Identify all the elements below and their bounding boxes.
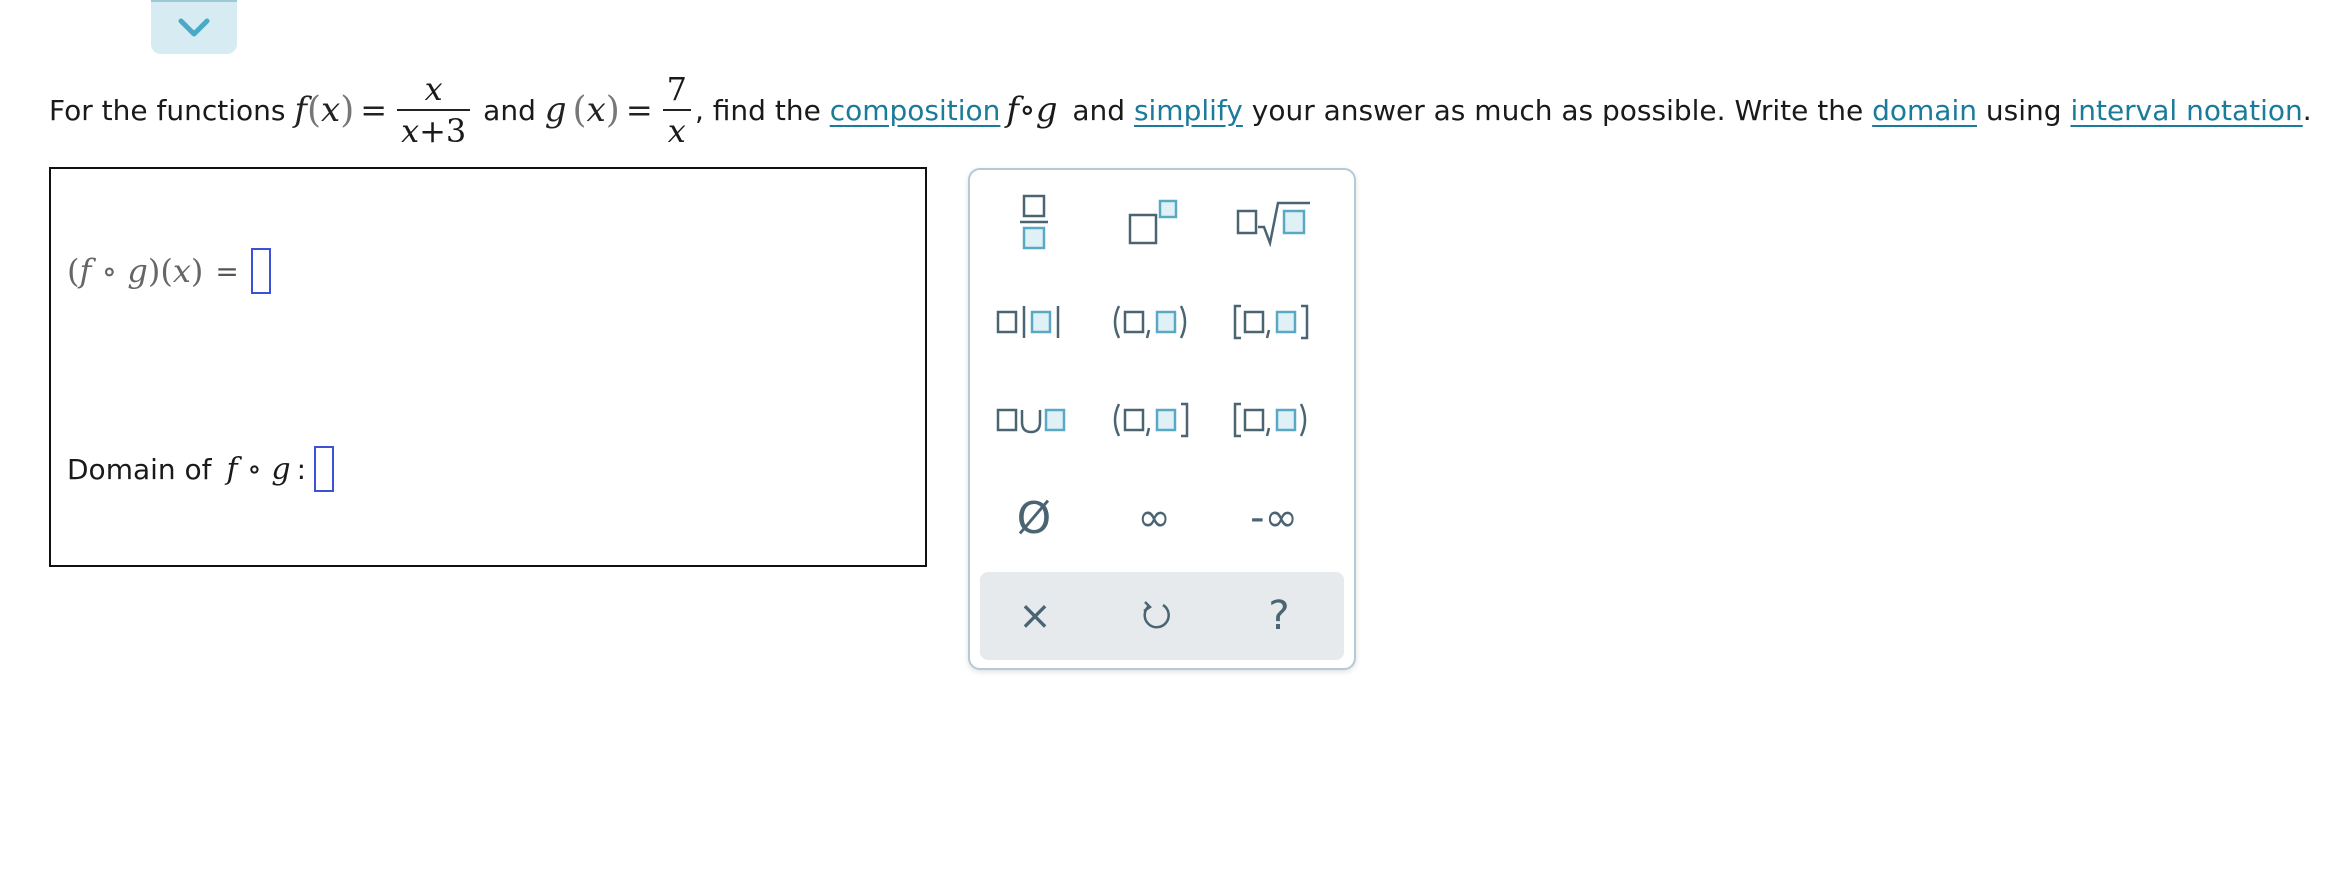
- x-var-g: x: [586, 90, 606, 130]
- domain-row: Domain of f ∘ g :: [67, 439, 334, 499]
- math-palette: Ø ∞ -∞ × ?: [968, 168, 1356, 670]
- fog-equals: =: [215, 254, 239, 288]
- f-name: f: [294, 90, 307, 130]
- clear-button[interactable]: ×: [980, 576, 1090, 656]
- help-button[interactable]: ?: [1224, 576, 1334, 656]
- empty-set-button[interactable]: Ø: [979, 478, 1089, 558]
- infinity-icon: ∞: [1137, 495, 1171, 541]
- simplify-link[interactable]: simplify: [1134, 94, 1243, 127]
- nth-root-button[interactable]: [1219, 182, 1329, 262]
- or-button[interactable]: [979, 282, 1089, 362]
- f-denominator: x+3: [401, 112, 467, 150]
- infinity-button[interactable]: ∞: [1099, 478, 1209, 558]
- using-text: using: [1977, 93, 2071, 127]
- left-closed-right-open-button[interactable]: [1219, 380, 1329, 460]
- g-denominator: x: [667, 112, 686, 150]
- vertical-bar-icon: [996, 306, 1060, 338]
- undo-button[interactable]: [1102, 576, 1212, 656]
- half-open-left-icon: [1113, 402, 1189, 438]
- fraction-icon: [1020, 194, 1048, 250]
- domain-colon: :: [296, 452, 306, 486]
- domain-link[interactable]: domain: [1872, 94, 1977, 127]
- superscript-icon: [1128, 199, 1178, 245]
- g-name: g: [544, 90, 567, 130]
- equals-sign: =: [360, 91, 388, 129]
- negative-infinity-button[interactable]: -∞: [1219, 478, 1329, 558]
- x-var: x: [321, 90, 341, 130]
- f-numerator: x: [424, 70, 443, 108]
- period: .: [2302, 93, 2312, 127]
- collapse-toggle[interactable]: [151, 0, 237, 54]
- open-interval-icon: [1113, 305, 1187, 339]
- and-text-1: and: [474, 93, 545, 127]
- help-icon: ?: [1268, 593, 1290, 639]
- composition-link[interactable]: composition: [830, 94, 1001, 127]
- close-icon: ×: [1018, 593, 1052, 639]
- half-open-right-icon: [1233, 402, 1307, 438]
- page: For the functions f(x) = x x+3 and g(x) …: [0, 0, 2332, 881]
- composition-symbol: f∘g: [1006, 90, 1058, 130]
- paren-open-g: (: [572, 89, 587, 131]
- answer-box: (f ∘ g)(x) = Domain of f ∘ g :: [49, 167, 927, 567]
- question-text: For the functions f(x) = x x+3 and g(x) …: [49, 60, 2329, 160]
- paren-close: ): [340, 89, 355, 131]
- f-fraction: x x+3: [397, 69, 471, 151]
- interval-notation-link[interactable]: interval notation: [2070, 94, 2302, 127]
- g-fraction: 7 x: [662, 69, 691, 151]
- domain-fog: f ∘ g: [226, 451, 291, 487]
- palette-footer: × ?: [980, 572, 1344, 660]
- negative-infinity-icon: -∞: [1250, 495, 1298, 541]
- fog-row: (f ∘ g)(x) =: [67, 241, 271, 301]
- fraction-button[interactable]: [979, 182, 1089, 262]
- and-text-2: and: [1063, 93, 1134, 127]
- chevron-down-icon: [178, 18, 210, 37]
- union-button[interactable]: [979, 380, 1089, 460]
- undo-icon: [1143, 601, 1170, 629]
- g-numerator: 7: [666, 70, 687, 108]
- domain-answer-input[interactable]: [314, 446, 334, 492]
- question-prefix: For the functions: [49, 93, 295, 127]
- middle-text: your answer as much as possible. Write t…: [1242, 93, 1873, 127]
- find-text: , find the: [694, 93, 830, 127]
- empty-set-icon: Ø: [1016, 492, 1052, 544]
- union-icon: [996, 408, 1066, 434]
- fog-answer-input[interactable]: [250, 248, 271, 294]
- nth-root-icon: [1236, 201, 1310, 247]
- paren-close-g: ): [605, 89, 620, 131]
- f-den-var: x: [401, 112, 420, 150]
- superscript-button[interactable]: [1099, 182, 1209, 262]
- fog-expression: (f ∘ g)(x): [67, 252, 204, 290]
- domain-label: Domain of: [67, 452, 221, 486]
- closed-interval-icon: [1233, 304, 1309, 340]
- equals-sign-g: =: [625, 91, 653, 129]
- open-interval-button[interactable]: [1099, 282, 1209, 362]
- left-open-right-closed-button[interactable]: [1099, 380, 1209, 460]
- closed-interval-button[interactable]: [1219, 282, 1329, 362]
- paren-open: (: [306, 89, 322, 131]
